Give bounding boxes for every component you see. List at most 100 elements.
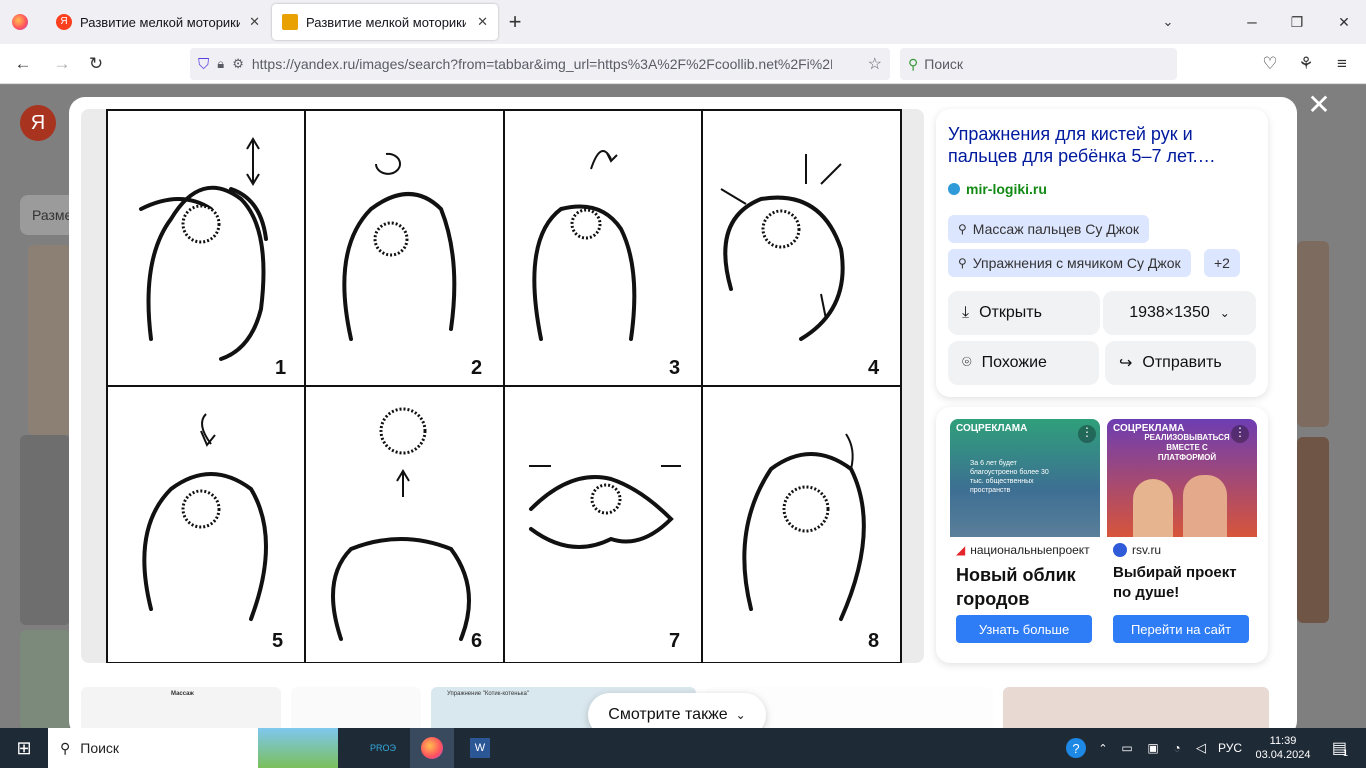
permissions-icon[interactable]: ⚙ [232,56,244,72]
share-button[interactable]: ↪ Отправить [1105,341,1256,385]
ad-domain: rsv.ru [1113,543,1161,557]
brand-icon [1113,543,1127,557]
search-highlight-image [258,728,338,768]
close-viewer-icon[interactable]: ✕ [1307,91,1331,119]
more-icon[interactable]: ⋮ [1078,425,1096,443]
panel-number: 6 [471,630,482,652]
see-also-button[interactable]: Смотрите также ⌄ [588,693,766,728]
download-icon: ⤓ [962,304,970,321]
share-label: Отправить [1142,354,1222,371]
chevron-down-icon[interactable]: ⌄ [1156,10,1180,34]
firefox-taskbar-icon[interactable] [410,728,454,768]
taskbar-search-label: Поиск [80,740,120,756]
clock-time: 11:39 [1269,735,1297,747]
volume-icon[interactable]: ◁ [1190,728,1212,768]
image-icon [282,14,298,30]
tag-chip[interactable]: ⚲ Упражнения с мячиком Су Джок [948,249,1191,277]
clock[interactable]: 11:39 03.04.2024 [1252,728,1314,768]
ad-domain-label: национальныепроект [970,543,1090,557]
word-taskbar-icon[interactable]: W [458,728,502,768]
word-icon: W [470,738,490,758]
tab-1[interactable]: Я Развитие мелкой моторики у д ✕ [46,4,270,40]
size-dropdown[interactable]: 1938×1350 ⌄ [1103,291,1256,335]
panel-number: 3 [669,357,680,379]
shield-icon[interactable]: ⛉ [198,56,209,73]
ad-domain-label: rsv.ru [1132,543,1162,557]
ad-headline: Выбирай проект по душе! [1113,564,1237,601]
ad-label: СОЦРЕКЛАМА [1113,423,1185,434]
battery-icon[interactable]: ▭ [1116,728,1138,768]
image-title-link[interactable]: Упражнения для кистей рук и пальцев для … [948,123,1248,167]
side-thumbnail[interactable] [20,630,70,728]
close-tab-icon[interactable]: ✕ [249,14,260,30]
device-icon[interactable]: ▣ [1142,728,1164,768]
search-icon: ⚲ [958,256,967,270]
yandex-logo[interactable]: Я [20,105,56,141]
help-icon[interactable]: ? [1064,728,1088,768]
tab-2[interactable]: Развитие мелкой моторики у д ✕ [272,4,498,40]
taskbar: ⊞ ⚲ Поиск PROЭ W ? ⌃ ▭ ▣ ◔ ◁ РУС 11:39 0… [0,728,1366,768]
search-placeholder: Поиск [924,56,964,72]
camera-icon: ⌾ [962,354,972,371]
thumb-title: Упражнение "Котик-котенька" [447,691,529,697]
url-text: https://yandex.ru/images/search?from=tab… [251,56,832,72]
source-label: mir-logiki.ru [966,181,1047,197]
more-tags-button[interactable]: +2 [1204,249,1240,277]
ad-card[interactable]: За 6 лет будет благоустроено более 30 ты… [950,419,1100,649]
restore-icon[interactable]: ❐ [1285,10,1309,34]
similar-button[interactable]: ⌾ Похожие [948,341,1099,385]
ad-card[interactable]: РЕАЛИЗОВЫВАТЬСЯ ВМЕСТЕ С ПЛАТФОРМОЙ СОЦР… [1107,419,1257,649]
lock-icon[interactable]: 🔒︎ [217,56,224,72]
ad-label: СОЦРЕКЛАМА [956,423,1028,434]
close-window-icon[interactable]: ✕ [1332,10,1356,34]
bookmark-star-icon[interactable]: ☆ [868,54,882,74]
side-thumbnail[interactable] [28,245,72,435]
notifications-icon[interactable]: ▤ 1 [1320,728,1360,768]
tag-chip[interactable]: ⚲ Массаж пальцев Су Джок [948,215,1150,243]
open-label: Открыть [979,304,1042,321]
side-thumbnail[interactable] [20,435,70,625]
side-thumbnail[interactable] [1297,437,1329,623]
reload-icon[interactable]: ↻ [84,52,108,76]
panel-number: 8 [868,630,879,652]
panel-number: 7 [669,630,680,652]
back-icon[interactable]: ← [11,52,35,76]
yandex-icon: Я [56,14,72,30]
minimize-icon[interactable]: – [1240,10,1264,34]
similar-label: Похожие [981,354,1047,371]
search-engine-icon[interactable]: ⚲ [908,56,918,73]
new-tab-button[interactable]: + [503,9,527,34]
ad-image-text: За 6 лет будет благоустроено более 30 ты… [970,460,1049,494]
side-thumbnail[interactable] [1297,241,1329,427]
nav-bar: ← → ↻ ⛉ 🔒︎ ⚙ https://yandex.ru/images/se… [0,44,1366,84]
ad-cta-button[interactable]: Перейти на сайт [1113,615,1249,643]
related-thumbnail[interactable]: Массаж [81,687,281,728]
brand-icon: ◢ [956,543,966,557]
taskbar-search[interactable]: ⚲ Поиск [48,728,338,768]
main-image[interactable]: 1 2 3 4 5 6 7 8 [81,109,924,664]
ad-cta-button[interactable]: Узнать больше [956,615,1092,643]
pocket-icon[interactable]: ♡ [1258,52,1282,76]
panel-number: 2 [471,357,482,379]
exercise-illustration: 1 2 3 4 5 6 7 8 [106,109,902,664]
url-bar[interactable]: ⛉ 🔒︎ ⚙ https://yandex.ru/images/search?f… [190,48,890,80]
search-field[interactable]: ⚲ Поиск [900,48,1177,80]
menu-icon[interactable]: ≡ [1330,52,1354,76]
more-icon[interactable]: ⋮ [1231,425,1249,443]
extensions-icon[interactable]: ⚘ [1294,52,1318,76]
source-link[interactable]: mir-logiki.ru [948,181,1047,197]
related-thumbnail[interactable] [1003,687,1269,728]
language-indicator[interactable]: РУС [1214,728,1246,768]
image-info-panel: Упражнения для кистей рук и пальцев для … [936,109,1268,397]
ad-domain: ◢ национальныепроект [956,543,1095,557]
taskbar-app-icon[interactable]: PROЭ [362,728,404,768]
open-button[interactable]: ⤓ Открыть [948,291,1100,335]
firefox-icon[interactable] [8,10,32,34]
forward-icon[interactable]: → [50,52,74,76]
related-thumbnail[interactable] [291,687,421,728]
tab-bar: Я Развитие мелкой моторики у д ✕ Развити… [0,0,1366,44]
windows-start-icon[interactable]: ⊞ [0,728,48,768]
close-tab-icon[interactable]: ✕ [477,14,488,30]
network-icon[interactable]: ◔ [1166,728,1188,768]
chevron-up-icon[interactable]: ⌃ [1094,728,1112,768]
